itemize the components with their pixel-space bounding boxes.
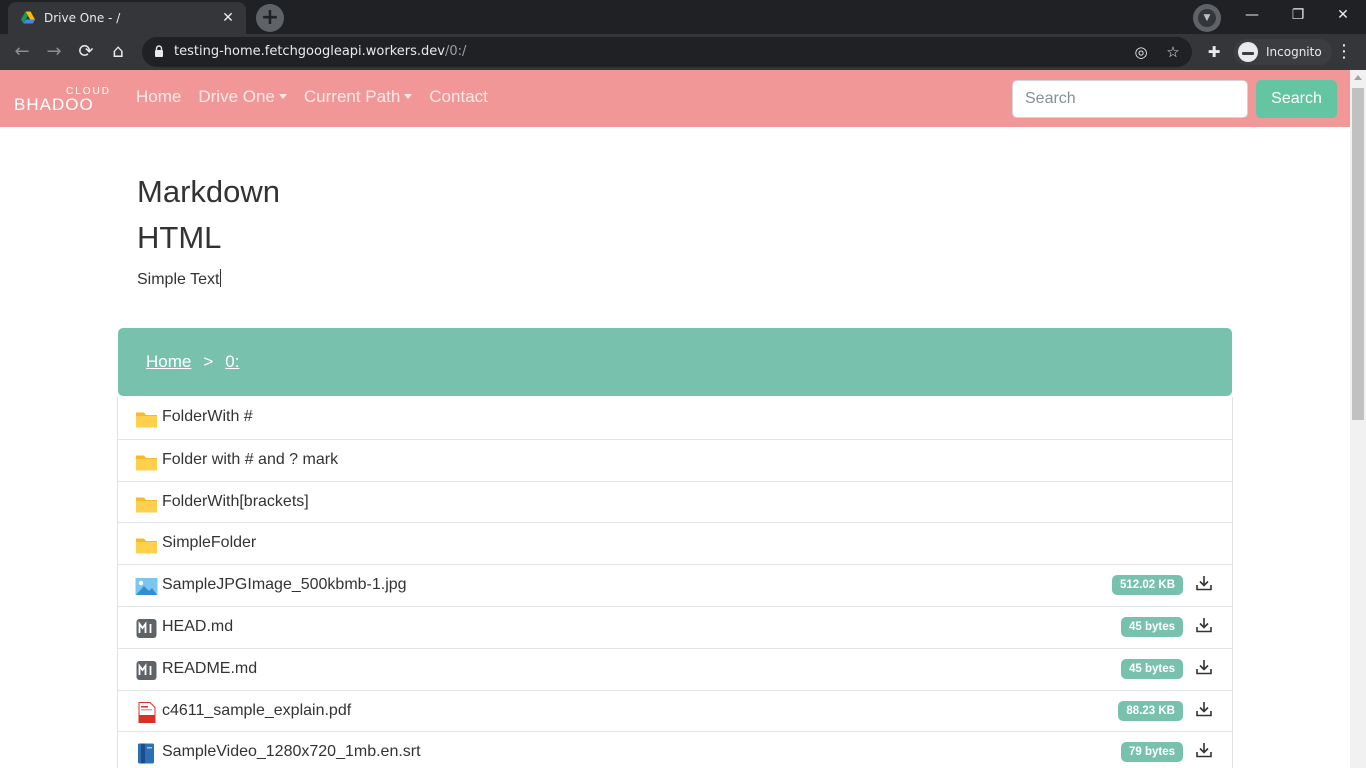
search-button[interactable]: Search (1256, 80, 1337, 118)
minimize-button[interactable]: — (1229, 0, 1275, 32)
file-name[interactable]: HEAD.md (162, 618, 233, 636)
download-icon[interactable] (1195, 741, 1213, 759)
home-icon[interactable]: ⌂ (104, 38, 132, 66)
download-icon[interactable] (1195, 574, 1213, 592)
file-name[interactable]: c4611_sample_explain.pdf (162, 702, 351, 720)
file-row[interactable]: FolderWith # (118, 397, 1232, 439)
nav-current-path-label: Current Path (303, 87, 401, 106)
image-file-icon (135, 578, 158, 596)
file-size-badge: 45 bytes (1120, 616, 1183, 637)
nav-links: Home Drive One Current Path Contact (136, 87, 505, 107)
address-bar[interactable]: testing-home.fetchgoogleapi.workers.dev/… (142, 37, 1192, 67)
breadcrumb-current-link[interactable]: 0: (225, 352, 239, 372)
file-name[interactable]: SampleJPGImage_500kbmb-1.jpg (162, 576, 407, 594)
file-size-badge: 79 bytes (1120, 742, 1183, 763)
caret-down-icon (278, 94, 287, 100)
markdown-file-icon (136, 618, 157, 638)
incognito-label: Incognito (1266, 45, 1322, 59)
file-size-badge: 88.23 KB (1118, 700, 1183, 721)
browser-titlebar: Drive One - / ✕ + ▼ — ❐ ✕ (0, 0, 1366, 34)
tab-search-button[interactable]: ▼ (1193, 4, 1221, 32)
browser-menu-icon[interactable]: ⋮ (1334, 38, 1354, 66)
scroll-thumb[interactable] (1352, 88, 1364, 420)
file-size-badge: 512.02 KB (1112, 575, 1183, 596)
folder-icon (136, 455, 157, 471)
file-name[interactable]: Folder with # and ? mark (162, 451, 338, 469)
url-host: testing-home.fetchgoogleapi.workers.dev (174, 44, 445, 59)
new-tab-button[interactable]: + (256, 4, 284, 32)
readme-heading-markdown: Markdown (137, 174, 280, 209)
nav-current-path-dropdown[interactable]: Current Path (303, 87, 413, 107)
breadcrumb-home-link[interactable]: Home (146, 352, 191, 372)
browser-toolbar: ← → ⟳ ⌂ testing-home.fetchgoogleapi.work… (0, 34, 1366, 70)
file-row[interactable]: README.md 45 bytes (118, 647, 1232, 690)
text-cursor (220, 269, 222, 287)
brand-name-text: BHADOO (14, 95, 94, 114)
breadcrumb-trail: Home > 0: (146, 352, 239, 372)
chevron-down-icon: ▼ (1198, 9, 1216, 27)
file-name[interactable]: SimpleFolder (162, 534, 256, 552)
incognito-icon (1238, 42, 1258, 62)
readme-heading-html: HTML (137, 220, 222, 255)
nav-drive-one-label: Drive One (198, 87, 275, 106)
url-path: /0:/ (444, 44, 467, 59)
file-list: FolderWith # Folder with # and ? mark Fold… (117, 397, 1233, 768)
close-window-button[interactable]: ✕ (1320, 0, 1366, 32)
file-row[interactable]: SimpleFolder (118, 522, 1232, 564)
search-input[interactable] (1012, 80, 1248, 118)
google-drive-icon (21, 11, 35, 24)
file-name[interactable]: README.md (162, 660, 257, 678)
page-scrollbar[interactable] (1350, 70, 1366, 768)
file-size-badge: 45 bytes (1120, 658, 1183, 679)
subtitle-file-icon (138, 743, 154, 764)
bookmark-star-icon[interactable]: ☆ (1164, 43, 1182, 61)
lock-icon[interactable] (154, 45, 164, 57)
browser-tab[interactable]: Drive One - / ✕ (8, 2, 246, 34)
folder-icon (136, 497, 157, 513)
caret-down-icon (404, 94, 413, 100)
back-icon[interactable]: ← (8, 38, 36, 66)
download-icon[interactable] (1195, 700, 1213, 718)
markdown-file-icon (136, 660, 157, 680)
download-icon[interactable] (1195, 658, 1213, 676)
url-text[interactable]: testing-home.fetchgoogleapi.workers.dev/… (174, 44, 466, 59)
readme-text: Simple Text (137, 271, 220, 288)
file-name[interactable]: SampleVideo_1280x720_1mb.en.srt (162, 743, 421, 761)
folder-icon (136, 538, 157, 554)
file-row[interactable]: c4611_sample_explain.pdf 88.23 KB (118, 689, 1232, 732)
file-row[interactable]: FolderWith[brackets] (118, 480, 1232, 523)
close-tab-icon[interactable]: ✕ (220, 10, 236, 26)
extensions-icon[interactable]: ✚ (1204, 42, 1224, 62)
file-row[interactable]: Folder with # and ? mark (118, 438, 1232, 481)
file-row[interactable]: HEAD.md 45 bytes (118, 605, 1232, 648)
site-navbar: CLOUD BHADOO Home Drive One Current Path… (0, 70, 1350, 127)
folder-icon (136, 412, 157, 428)
nav-contact-link[interactable]: Contact (429, 87, 488, 107)
file-row[interactable]: SampleJPGImage_500kbmb-1.jpg 512.02 KB (118, 564, 1232, 606)
breadcrumb-separator: > (203, 352, 214, 371)
tab-title: Drive One - / (44, 11, 121, 25)
page: CLOUD BHADOO Home Drive One Current Path… (0, 70, 1350, 768)
download-icon[interactable] (1195, 616, 1213, 634)
forward-icon[interactable]: → (40, 38, 68, 66)
eye-off-icon[interactable]: ◎ (1132, 43, 1150, 61)
nav-drive-one-dropdown[interactable]: Drive One (198, 87, 287, 107)
restore-button[interactable]: ❐ (1275, 0, 1321, 32)
scroll-up-arrow-icon[interactable] (1354, 75, 1362, 80)
brand-logo[interactable]: CLOUD BHADOO (14, 86, 114, 114)
nav-home-link[interactable]: Home (136, 87, 181, 107)
breadcrumb: Home > 0: (118, 328, 1232, 396)
readme-simple-text: Simple Text (137, 269, 222, 289)
file-name[interactable]: FolderWith[brackets] (162, 493, 309, 511)
reload-icon[interactable]: ⟳ (72, 38, 100, 66)
incognito-indicator[interactable]: Incognito (1234, 39, 1332, 65)
file-row[interactable]: SampleVideo_1280x720_1mb.en.srt 79 bytes (118, 731, 1232, 768)
file-name[interactable]: FolderWith # (162, 408, 253, 426)
pdf-file-icon (138, 701, 156, 723)
